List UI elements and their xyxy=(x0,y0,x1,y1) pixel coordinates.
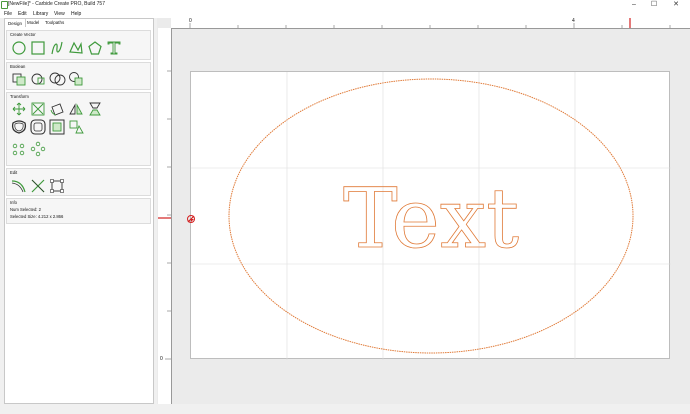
intersect-icon[interactable] xyxy=(48,71,66,87)
section-title: Create Vector xyxy=(10,32,36,37)
selected-size-text: Selected Size: 4.212 x 2.866 xyxy=(10,214,64,219)
menu-edit[interactable]: Edit xyxy=(18,10,27,18)
app-icon xyxy=(1,1,8,9)
polygon-icon[interactable] xyxy=(86,40,104,56)
menu-bar: File Edit Library View Help xyxy=(0,10,690,18)
title-bar: [NewFile]* - Carbide Create PRO, Build 7… xyxy=(0,0,690,10)
subtract-icon[interactable] xyxy=(29,71,47,87)
flip-icon[interactable] xyxy=(86,101,104,117)
inset-icon[interactable] xyxy=(48,119,66,135)
section-title: Info xyxy=(10,200,17,205)
rotate-icon[interactable] xyxy=(48,101,66,117)
stock-workspace[interactable]: Text xyxy=(190,71,671,360)
tab-model[interactable]: Model xyxy=(24,18,42,27)
info-section: Info Num Selected: 2 Selected Size: 4.21… xyxy=(6,198,151,224)
edit-section: Edit xyxy=(6,168,151,196)
boolean-section: Boolean xyxy=(6,62,151,90)
window-title: [NewFile]* - Carbide Create PRO, Build 7… xyxy=(8,1,105,7)
ruler-label: 0 xyxy=(189,18,192,24)
close-icon[interactable]: ✕ xyxy=(668,0,684,10)
menu-view[interactable]: View xyxy=(54,10,65,18)
node-edit-icon[interactable] xyxy=(10,178,28,194)
circle-icon[interactable] xyxy=(10,40,28,56)
cut-icon[interactable] xyxy=(29,178,47,194)
linear-array-icon[interactable] xyxy=(10,141,28,157)
scale-icon[interactable] xyxy=(29,101,47,117)
minimize-icon[interactable]: – xyxy=(626,0,642,10)
tab-toolpaths[interactable]: Toolpaths xyxy=(42,18,67,27)
origin-marker-icon xyxy=(186,211,196,223)
menu-file[interactable]: File xyxy=(4,10,12,18)
rounded-offset-icon[interactable] xyxy=(29,119,47,135)
section-title: Transform xyxy=(10,94,29,99)
circular-array-icon[interactable] xyxy=(29,141,47,157)
ruler-label: 4 xyxy=(572,18,575,24)
section-title: Boolean xyxy=(10,64,26,69)
text-vector[interactable]: Text xyxy=(343,172,520,268)
menu-help[interactable]: Help xyxy=(71,10,81,18)
weld-icon[interactable] xyxy=(10,71,28,87)
offset-icon[interactable] xyxy=(10,119,28,135)
polyline-icon[interactable] xyxy=(67,40,85,56)
num-selected-text: Num Selected: 2 xyxy=(10,207,41,212)
join-icon[interactable] xyxy=(48,178,66,194)
section-title: Edit xyxy=(10,170,18,175)
tab-design[interactable]: Design xyxy=(4,18,27,27)
align-icon[interactable] xyxy=(10,101,28,117)
ruler-label: 0 xyxy=(160,356,163,362)
left-ruler: 0 xyxy=(158,28,172,404)
transform-section: Transform xyxy=(6,92,151,166)
trim-icon[interactable] xyxy=(67,71,85,87)
text-icon[interactable] xyxy=(105,40,123,56)
fit-icon[interactable] xyxy=(67,119,85,135)
maximize-icon[interactable]: ☐ xyxy=(646,0,662,10)
rectangle-icon[interactable] xyxy=(29,40,47,56)
menu-library[interactable]: Library xyxy=(33,10,48,18)
mirror-icon[interactable] xyxy=(67,101,85,117)
create-vector-section: Create Vector xyxy=(6,30,151,60)
top-ruler: 0 4 xyxy=(171,18,690,29)
curve-icon[interactable] xyxy=(48,40,66,56)
